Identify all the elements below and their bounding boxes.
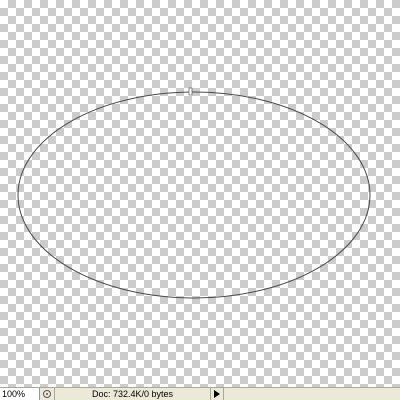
ellipse-path: [17, 87, 371, 299]
document-size-info: Doc: 732.4K/0 bytes: [55, 388, 211, 400]
document-canvas[interactable]: [0, 0, 400, 387]
triangle-right-icon: [214, 390, 220, 398]
ruler-gear-icon[interactable]: [40, 388, 55, 400]
horizontal-scroll-area[interactable]: [224, 388, 400, 400]
anchor-point[interactable]: [188, 87, 193, 96]
status-menu-button[interactable]: [211, 388, 224, 400]
zoom-level-field[interactable]: [0, 388, 40, 400]
status-bar: Doc: 732.4K/0 bytes: [0, 387, 400, 400]
ellipse-path-outline: [17, 91, 371, 299]
